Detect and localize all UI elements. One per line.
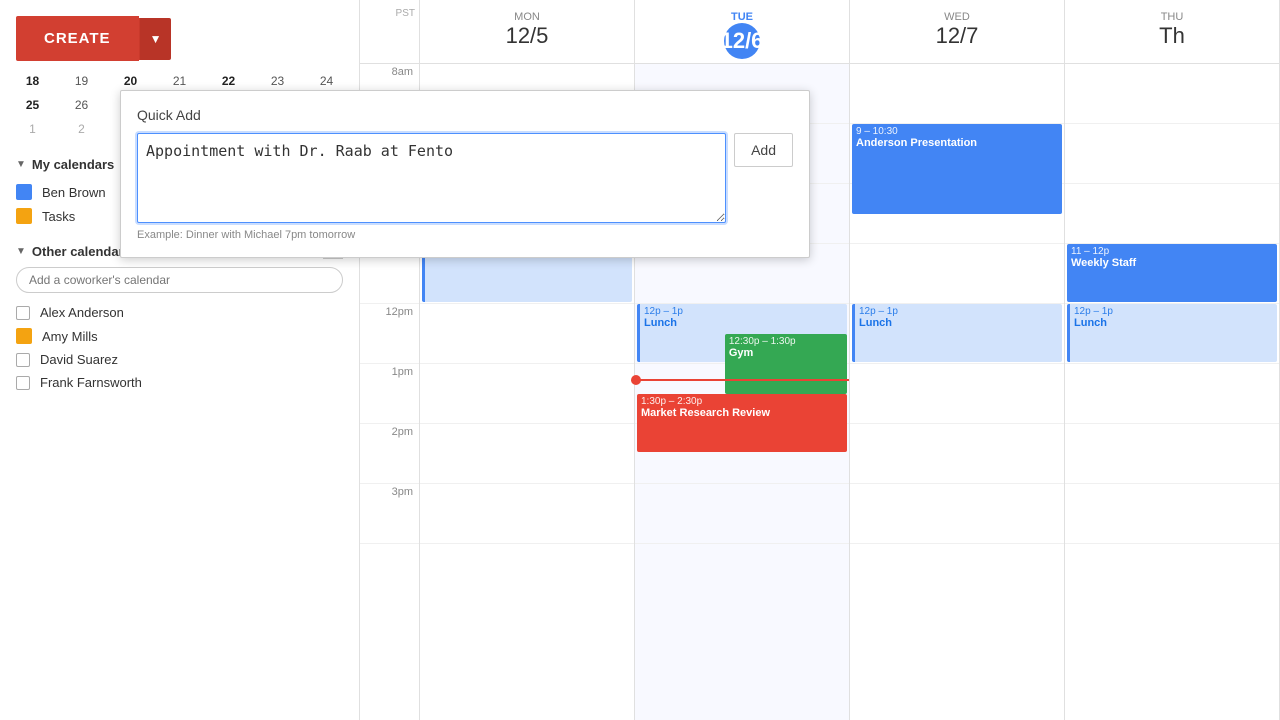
- event-time: 12:30p – 1:30p: [729, 336, 843, 347]
- hour-15: [1065, 484, 1279, 544]
- event-title: Lunch: [644, 317, 843, 329]
- mini-cal-cell[interactable]: 26: [70, 93, 94, 117]
- event-time: 12p – 1p: [644, 306, 843, 317]
- frank-farnsworth-checkbox[interactable]: [16, 376, 30, 390]
- event-title: Gym: [729, 347, 843, 359]
- header-day-mon: MON 12/5: [420, 0, 635, 63]
- current-time-dot: [631, 375, 641, 385]
- create-area: CREATE ▼: [0, 0, 359, 69]
- hour-13: [420, 364, 634, 424]
- header-gutter: PST: [360, 0, 420, 63]
- quick-add-overlay: Quick Add Appointment with Dr. Raab at F…: [120, 90, 810, 258]
- frank-farnsworth-label: Frank Farnsworth: [40, 375, 142, 390]
- hour-14: [420, 424, 634, 484]
- wed-label: WED: [944, 11, 970, 23]
- mini-cal-cell[interactable]: 18: [21, 69, 45, 93]
- david-suarez-label: David Suarez: [40, 352, 118, 367]
- header-day-thu: THU Th: [1065, 0, 1280, 63]
- other-calendars-section: ▼ Other calendars ▼ Alex Anderson Amy Mi…: [0, 236, 359, 402]
- day-col-wed[interactable]: 9 – 10:30 Anderson Presentation 12p – 1p…: [850, 64, 1065, 720]
- event-lunch-wed[interactable]: 12p – 1p Lunch: [852, 304, 1062, 362]
- time-1pm: 1pm: [360, 364, 419, 424]
- event-lunch-thu[interactable]: 12p – 1p Lunch: [1067, 304, 1277, 362]
- event-time: 9 – 10:30: [856, 126, 1058, 137]
- hour-13: [1065, 364, 1279, 424]
- event-market-research[interactable]: 1:30p – 2:30p Market Research Review: [637, 394, 847, 452]
- event-time: 12p – 1p: [859, 306, 1058, 317]
- event-title: Market Research Review: [641, 407, 843, 419]
- hour-15: [635, 484, 849, 544]
- alex-anderson-label: Alex Anderson: [40, 305, 124, 320]
- hour-8: [1065, 64, 1279, 124]
- header-day-wed: WED 12/7: [850, 0, 1065, 63]
- event-gym[interactable]: 12:30p – 1:30p Gym: [725, 334, 847, 394]
- hour-11: [850, 244, 1064, 304]
- create-button[interactable]: CREATE: [16, 16, 139, 61]
- david-suarez-checkbox[interactable]: [16, 353, 30, 367]
- hour-15: [850, 484, 1064, 544]
- amy-mills-color: [16, 328, 32, 344]
- event-anderson-presentation[interactable]: 9 – 10:30 Anderson Presentation: [852, 124, 1062, 214]
- event-title: Weekly Staff: [1071, 257, 1273, 269]
- thu-num: Th: [1065, 23, 1279, 49]
- calendar-item-david-suarez[interactable]: David Suarez: [16, 348, 343, 371]
- time-12pm: 12pm: [360, 304, 419, 364]
- tasks-label: Tasks: [42, 209, 75, 224]
- mon-num: 12/5: [420, 23, 634, 49]
- collapse-icon: ▼: [16, 159, 26, 170]
- my-calendars-title: ▼ My calendars: [16, 157, 114, 172]
- time-3pm: 3pm: [360, 484, 419, 544]
- quick-add-title: Quick Add: [137, 107, 793, 123]
- calendar-item-alex-anderson[interactable]: Alex Anderson: [16, 301, 343, 324]
- tue-label: TUE: [731, 11, 753, 23]
- hour-9: [1065, 124, 1279, 184]
- amy-mills-label: Amy Mills: [42, 329, 98, 344]
- hour-12: [420, 304, 634, 364]
- alex-anderson-checkbox[interactable]: [16, 306, 30, 320]
- other-calendars-label: Other calendars: [32, 244, 131, 259]
- mini-cal-cell[interactable]: 1: [21, 117, 45, 141]
- calendar-item-amy-mills[interactable]: Amy Mills: [16, 324, 343, 348]
- event-title: Lunch: [859, 317, 1058, 329]
- event-title: Anderson Presentation: [856, 137, 1058, 149]
- calendar-header: PST MON 12/5 TUE 12/6 WED 12/7 THU Th: [360, 0, 1280, 64]
- mon-label: MON: [514, 11, 540, 23]
- quick-add-add-button[interactable]: Add: [734, 133, 793, 167]
- quick-add-textarea[interactable]: Appointment with Dr. Raab at Fento: [137, 133, 726, 223]
- hour-13: [850, 364, 1064, 424]
- mini-cal-cell[interactable]: 25: [21, 93, 45, 117]
- quick-add-row: Appointment with Dr. Raab at Fento Add: [137, 133, 793, 223]
- event-title: Lunch: [1074, 317, 1273, 329]
- other-calendars-title: ▼ Other calendars: [16, 244, 131, 259]
- day-col-thu[interactable]: 11 – 12p Weekly Staff 12p – 1p Lunch: [1065, 64, 1280, 720]
- create-dropdown-button[interactable]: ▼: [139, 18, 172, 60]
- header-day-tue: TUE 12/6: [635, 0, 850, 63]
- other-collapse-icon: ▼: [16, 246, 26, 257]
- event-time: 11 – 12p: [1071, 246, 1273, 257]
- event-time: 12p – 1p: [1074, 306, 1273, 317]
- wed-num: 12/7: [850, 23, 1064, 49]
- hour-14: [1065, 424, 1279, 484]
- current-time-indicator: [635, 379, 849, 381]
- my-calendars-label: My calendars: [32, 157, 114, 172]
- ben-brown-color: [16, 184, 32, 200]
- tue-num: 12/6: [724, 23, 760, 59]
- hour-8: [850, 64, 1064, 124]
- hour-14: [850, 424, 1064, 484]
- thu-label: THU: [1161, 11, 1184, 23]
- time-2pm: 2pm: [360, 424, 419, 484]
- quick-add-example: Example: Dinner with Michael 7pm tomorro…: [137, 229, 793, 241]
- calendar-item-frank-farnsworth[interactable]: Frank Farnsworth: [16, 371, 343, 394]
- hour-15: [420, 484, 634, 544]
- mini-cal-cell[interactable]: 19: [70, 69, 94, 93]
- hour-10: [1065, 184, 1279, 244]
- mini-cal-cell[interactable]: 2: [70, 117, 94, 141]
- tasks-color: [16, 208, 32, 224]
- ben-brown-label: Ben Brown: [42, 185, 106, 200]
- add-coworker-input[interactable]: [16, 267, 343, 293]
- event-time: 1:30p – 2:30p: [641, 396, 843, 407]
- event-weekly-staff[interactable]: 11 – 12p Weekly Staff: [1067, 244, 1277, 302]
